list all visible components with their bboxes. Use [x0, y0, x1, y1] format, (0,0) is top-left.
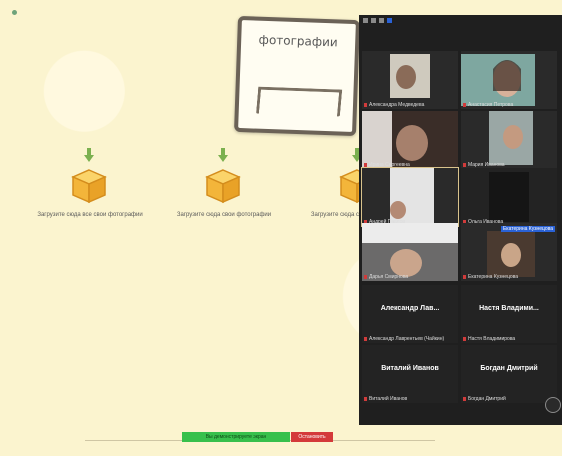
- participant-name: Виталий Иванов: [364, 396, 407, 402]
- video-feed: [362, 111, 458, 169]
- video-feed: [461, 168, 557, 226]
- participant-name: Александра Медведева: [364, 102, 424, 108]
- node-caption: Загрузите сюда все свои фотографии: [37, 212, 143, 218]
- stop-share-button[interactable]: Остановить: [291, 432, 333, 442]
- box-icon: [71, 169, 107, 204]
- down-arrow-icon: [218, 148, 228, 162]
- participant-tile[interactable]: Ирина Сергеевна: [362, 111, 458, 169]
- participant-tile[interactable]: Ольга Иванова: [461, 168, 557, 226]
- participant-tile[interactable]: Александра Медведева: [362, 51, 458, 109]
- node-caption: Загрузите сюда свои фотографии: [176, 212, 272, 218]
- expand-icon[interactable]: [387, 18, 392, 23]
- minimize-icon[interactable]: [363, 18, 368, 23]
- mic-muted-icon: [364, 102, 367, 107]
- participant-name: Настя Владимирова: [463, 336, 515, 342]
- participant-display-name: Настя Владими...: [479, 305, 539, 312]
- mic-muted-icon: [463, 102, 466, 107]
- participant-tile[interactable]: Александр Лав... Александр Лаврентьев (Ч…: [362, 285, 458, 343]
- photo-frame-stand-icon: [255, 86, 343, 117]
- speaker-name-tag: Екатерина Кузнецова: [500, 226, 555, 232]
- scroll-down-button[interactable]: [545, 397, 561, 413]
- participant-name: Александр Лаврентьев (Чайкин): [364, 336, 444, 342]
- layout-icon[interactable]: [371, 18, 376, 23]
- mic-muted-icon: [364, 336, 367, 341]
- participant-tile[interactable]: Екатерина Кузнецова Екатерина Кузнецова: [461, 223, 557, 281]
- mic-muted-icon: [463, 274, 466, 279]
- participant-tile[interactable]: Анастасия Петрова: [461, 51, 557, 109]
- panel-toolbar: [359, 15, 562, 27]
- box-icon: [205, 169, 241, 204]
- video-feed: [362, 168, 458, 226]
- participant-display-name: Виталий Иванов: [381, 365, 439, 372]
- participant-tile[interactable]: Дарья Смирнова: [362, 223, 458, 281]
- mic-muted-icon: [463, 396, 466, 401]
- down-arrow-icon: [84, 148, 94, 162]
- participant-tile[interactable]: Мария Иванова: [461, 111, 557, 169]
- mic-muted-icon: [364, 162, 367, 167]
- pin-icon[interactable]: [379, 18, 384, 23]
- mic-muted-icon: [463, 162, 466, 167]
- mic-muted-icon: [463, 336, 466, 341]
- video-feed: [461, 51, 557, 109]
- mic-muted-icon: [364, 396, 367, 401]
- participant-tile[interactable]: Настя Владими... Настя Владимирова: [461, 285, 557, 343]
- participant-display-name: Богдан Дмитрий: [480, 365, 538, 372]
- participant-name: Екатерина Кузнецова: [463, 274, 518, 280]
- participant-name: Богдан Дмитрий: [463, 396, 506, 402]
- participant-tile[interactable]: Богдан Дмитрий Богдан Дмитрий: [461, 345, 557, 403]
- video-feed: [461, 111, 557, 169]
- canvas-indicator-dot: [12, 10, 17, 15]
- participant-name: Дарья Смирнова: [364, 274, 408, 280]
- screen-share-indicator[interactable]: Вы демонстрируете экран: [182, 432, 290, 442]
- participant-display-name: Александр Лав...: [380, 305, 440, 312]
- photo-card[interactable]: фотографии: [234, 15, 360, 137]
- mic-muted-icon: [364, 274, 367, 279]
- participant-name: Анастасия Петрова: [463, 102, 513, 108]
- video-feed: [362, 223, 458, 281]
- photo-card-title: фотографии: [258, 32, 338, 50]
- video-gallery-panel[interactable]: Александра Медведева Анастасия Петрова И…: [359, 15, 562, 425]
- video-feed: [362, 51, 458, 109]
- participant-tile-active[interactable]: Андрей Павлов: [361, 167, 459, 227]
- participant-tile[interactable]: Виталий Иванов Виталий Иванов: [362, 345, 458, 403]
